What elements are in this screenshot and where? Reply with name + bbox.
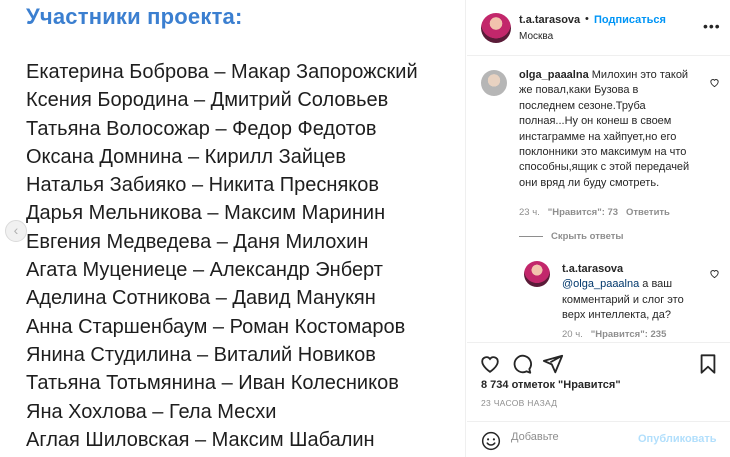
participant-pair: Наталья Забияко – Никита Пресняков xyxy=(26,174,380,197)
post-sidebar: t.a.tarasova • Подписаться Москва ••• ol… xyxy=(467,0,730,457)
reply-meta: 20 ч. "Нравится": 235 xyxy=(562,329,666,340)
comment-likes[interactable]: "Нравится": 73 xyxy=(548,207,618,218)
reply-mention[interactable]: @olga_paaalna xyxy=(562,278,639,290)
image-heading: Участники проекта: xyxy=(26,4,243,29)
participant-pair: Ксения Бородина – Дмитрий Соловьев xyxy=(26,89,389,112)
reply-time[interactable]: 20 ч. xyxy=(562,329,583,340)
comment-box: Опубликовать xyxy=(467,421,730,457)
publish-button[interactable]: Опубликовать xyxy=(638,433,717,445)
participant-pair: Аглая Шиловская – Максим Шабалин xyxy=(26,428,375,451)
reply-username[interactable]: t.a.tarasova xyxy=(562,263,623,275)
post-time[interactable]: 23 ЧАСОВ НАЗАД xyxy=(481,398,557,408)
divider-line xyxy=(519,235,543,237)
comment-text: Милохин это такой же повал,каки Бузова в… xyxy=(519,69,690,189)
comment: olga_paaalna Милохин это такой же повал,… xyxy=(519,68,697,191)
emoji-icon[interactable] xyxy=(481,431,501,451)
post-image: Участники проекта: Екатерина Боброва – М… xyxy=(0,0,466,457)
hide-replies-label: Скрыть ответы xyxy=(551,231,624,242)
comment-username[interactable]: olga_paaalna xyxy=(519,69,589,81)
comment-icon[interactable] xyxy=(511,353,533,375)
author-username[interactable]: t.a.tarasova xyxy=(519,14,580,26)
post-header: t.a.tarasova • Подписаться Москва ••• xyxy=(467,0,730,56)
likes-count[interactable]: 8 734 отметок "Нравится" xyxy=(481,379,621,391)
participant-pair: Аделина Сотникова – Давид Манукян xyxy=(26,287,376,310)
like-icon[interactable] xyxy=(479,353,501,375)
reply-avatar[interactable] xyxy=(524,261,550,287)
commenter-avatar[interactable] xyxy=(481,70,507,96)
chevron-left-icon[interactable]: ‹ xyxy=(5,220,27,242)
reply-comment: t.a.tarasova @olga_paaalna а ваш коммент… xyxy=(562,262,702,324)
bookmark-icon[interactable] xyxy=(697,353,719,375)
participant-pair: Оксана Домнина – Кирилл Зайцев xyxy=(26,145,347,168)
comment-input[interactable] xyxy=(511,431,631,443)
participant-pair: Евгения Медведева – Даня Милохин xyxy=(26,230,369,253)
action-bar xyxy=(467,342,730,382)
participant-pair: Янина Студилина – Виталий Новиков xyxy=(26,343,376,366)
share-icon[interactable] xyxy=(542,353,564,375)
hide-replies-button[interactable]: Скрыть ответы xyxy=(519,231,624,242)
participant-pair: Агата Муцениеце – Александр Энберт xyxy=(26,259,383,282)
comment-meta: 23 ч. "Нравится": 73 Ответить xyxy=(519,207,670,218)
comment-time[interactable]: 23 ч. xyxy=(519,207,540,218)
participants-list: Екатерина Боброва – Макар Запорожский Кс… xyxy=(26,58,418,454)
author-avatar[interactable] xyxy=(481,13,511,43)
more-options-icon[interactable]: ••• xyxy=(703,18,721,34)
participant-pair: Екатерина Боброва – Макар Запорожский xyxy=(26,61,418,83)
participant-pair: Дарья Мельникова – Максим Маринин xyxy=(26,202,386,225)
reply-button[interactable]: Ответить xyxy=(626,207,670,218)
post-location[interactable]: Москва xyxy=(519,31,553,42)
participant-pair: Татьяна Тотьмянина – Иван Колесников xyxy=(26,372,399,395)
heart-icon[interactable] xyxy=(709,77,720,88)
follow-button[interactable]: Подписаться xyxy=(594,14,666,26)
heart-icon[interactable] xyxy=(709,268,720,279)
separator-dot: • xyxy=(585,13,589,25)
participant-pair: Анна Старшенбаум – Роман Костомаров xyxy=(26,315,406,338)
participant-pair: Яна Хохлова – Гела Месхи xyxy=(26,400,277,423)
participant-pair: Татьяна Волосожар – Федор Федотов xyxy=(26,117,377,140)
reply-likes[interactable]: "Нравится": 235 xyxy=(591,329,667,340)
